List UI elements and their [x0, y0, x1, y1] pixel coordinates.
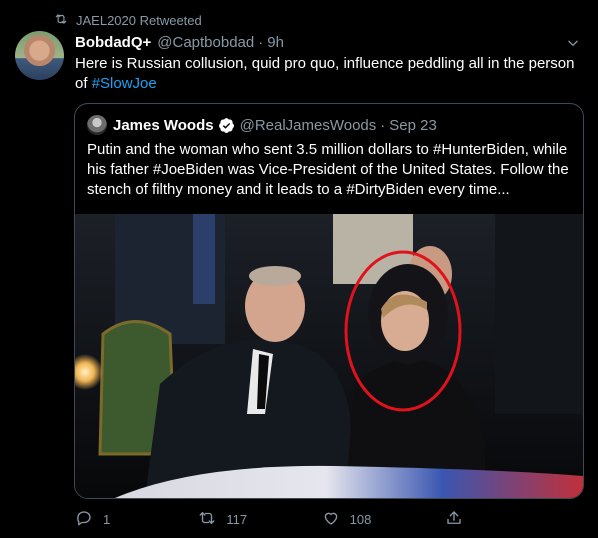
quoted-author-avatar [87, 115, 107, 135]
verified-badge-icon [218, 117, 235, 134]
quoted-author-name: James Woods [113, 116, 214, 134]
reply-count: 1 [103, 512, 111, 527]
share-icon [445, 509, 463, 530]
retweet-icon [54, 12, 68, 29]
author-handle[interactable]: @Captbobdad [157, 34, 254, 51]
retweet-button[interactable]: 117 [198, 509, 258, 530]
tweet-actions: 1 117 108 [75, 509, 505, 530]
retweet-icon [198, 509, 216, 530]
author-avatar[interactable] [15, 31, 64, 80]
heart-icon [322, 509, 340, 530]
man-hair [249, 266, 301, 286]
separator-dot: · [380, 116, 386, 134]
background-tie [193, 214, 215, 304]
background-figure [495, 214, 583, 414]
tweet-time[interactable]: 9h [267, 34, 284, 51]
separator-dot: · [258, 34, 264, 51]
quoted-tweet-card[interactable]: James Woods @RealJamesWoods · Sep 23 Put… [74, 103, 584, 499]
retweet-banner: JAEL2020 Retweeted [54, 12, 202, 29]
tweet-text: Here is Russian collusion, quid pro quo,… [75, 54, 585, 94]
retweet-count: 117 [226, 512, 248, 527]
retweet-banner-text[interactable]: JAEL2020 Retweeted [76, 13, 202, 28]
hashtag-link[interactable]: #SlowJoe [92, 75, 157, 92]
like-count: 108 [349, 512, 372, 527]
quoted-tweet-date: Sep 23 [389, 116, 437, 134]
quoted-tweet-photo[interactable] [75, 214, 583, 498]
reply-button[interactable]: 1 [75, 509, 135, 530]
like-button[interactable]: 108 [322, 509, 382, 530]
share-button[interactable] [445, 509, 505, 530]
reply-icon [75, 509, 93, 530]
quoted-tweet-header: James Woods @RealJamesWoods · Sep 23 [87, 115, 437, 135]
quoted-tweet-text: Putin and the woman who sent 3.5 million… [87, 141, 569, 198]
more-options-chevron-icon[interactable] [566, 36, 580, 50]
tweet-header: BobdadQ+ @Captbobdad · 9h [75, 34, 578, 51]
quoted-author-handle: @RealJamesWoods [239, 116, 377, 134]
author-display-name[interactable]: BobdadQ+ [75, 34, 151, 51]
